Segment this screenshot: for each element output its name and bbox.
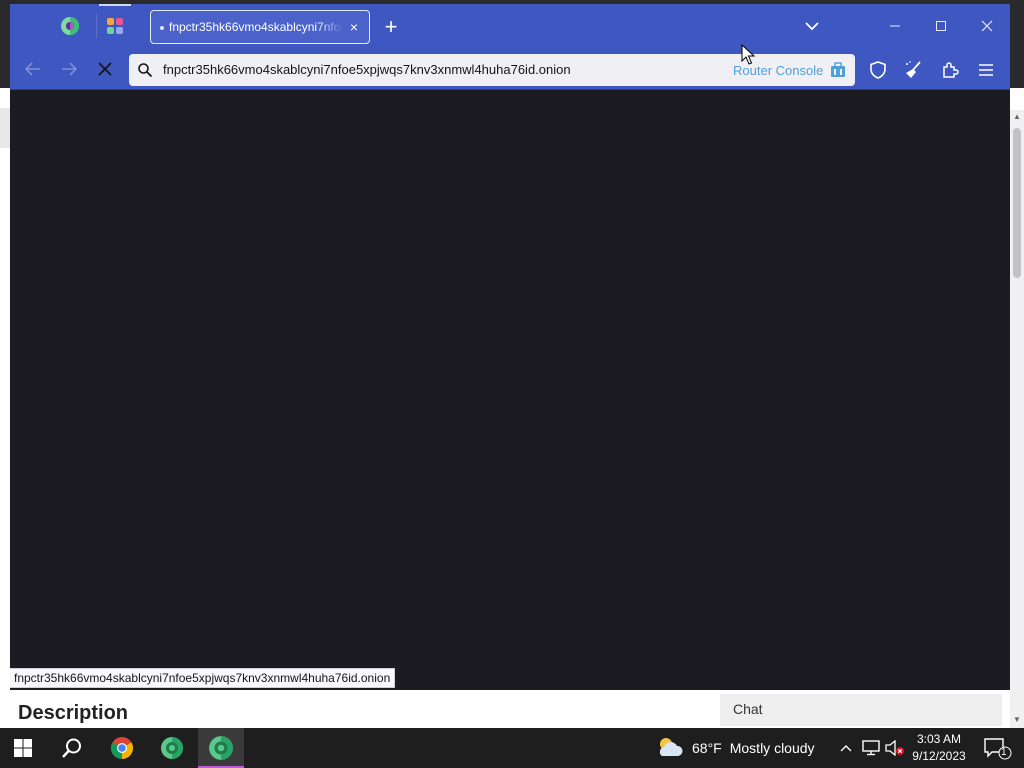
list-all-tabs-icon[interactable] <box>802 16 822 36</box>
background-scrollbar[interactable]: ▲ ▼ <box>1010 110 1024 728</box>
maximize-icon[interactable] <box>930 16 952 36</box>
notification-center-icon[interactable]: 1 <box>978 728 1018 768</box>
cloudy-weather-icon <box>656 736 684 761</box>
stop-loading-icon[interactable] <box>94 58 116 80</box>
weather-temperature: 68°F <box>692 740 722 756</box>
search-icon <box>137 62 153 78</box>
new-tab-button[interactable]: + <box>380 14 402 39</box>
chat-label: Chat <box>733 701 763 717</box>
scroll-down-icon[interactable]: ▼ <box>1012 715 1022 724</box>
title-bar: fnpctr35hk66vmo4skablcyni7nfoe5xpjwqs7kn… <box>10 4 1010 48</box>
hamburger-menu-icon[interactable] <box>976 60 996 80</box>
security-shield-icon[interactable] <box>868 60 888 80</box>
tor-browser-taskbar-icon[interactable] <box>150 728 194 768</box>
link-status-url: fnpctr35hk66vmo4skablcyni7nfoe5xpjwqs7kn… <box>10 668 396 688</box>
active-tab[interactable]: fnpctr35hk66vmo4skablcyni7nfoe5xpjwqs7kn… <box>150 10 370 44</box>
close-window-icon[interactable] <box>976 16 998 36</box>
tab-loading-icon <box>160 26 164 30</box>
extensions-puzzle-icon[interactable] <box>940 60 960 80</box>
scrollbar-thumb[interactable] <box>1013 128 1021 278</box>
back-arrow-icon[interactable] <box>22 58 44 80</box>
forward-arrow-icon[interactable] <box>58 58 80 80</box>
taskbar-search-icon[interactable] <box>50 728 94 768</box>
page-content-area[interactable] <box>10 90 1010 690</box>
windows-start-icon[interactable] <box>0 728 46 768</box>
weather-condition: Mostly cloudy <box>729 740 815 756</box>
network-icon[interactable] <box>860 728 882 768</box>
router-console-icon[interactable] <box>830 62 846 78</box>
notification-count: 1 <box>1001 747 1007 758</box>
chat-panel[interactable]: Chat <box>720 694 1002 726</box>
clock-time: 3:03 AM <box>916 732 962 746</box>
tor-browser-active-taskbar-icon[interactable] <box>198 728 244 768</box>
firefox-view-icon[interactable] <box>105 16 125 36</box>
url-text[interactable]: fnpctr35hk66vmo4skablcyni7nfoe5xpjwqs7kn… <box>163 62 571 77</box>
mouse-cursor-icon <box>741 43 756 66</box>
weather-widget[interactable]: 68°F Mostly cloudy <box>656 728 826 768</box>
taskbar: 68°F Mostly cloudy 3:03 AM 9/12/2023 1 <box>0 728 1024 768</box>
minimize-icon[interactable] <box>884 16 906 36</box>
description-heading: Description <box>18 702 129 724</box>
scroll-up-icon[interactable]: ▲ <box>1012 112 1022 121</box>
tab-close-icon[interactable]: × <box>347 19 361 35</box>
tab-group-indicator <box>99 4 131 6</box>
system-clock[interactable]: 3:03 AM 9/12/2023 <box>906 728 972 768</box>
tor-logo-icon[interactable] <box>60 16 80 36</box>
tor-browser-window: fnpctr35hk66vmo4skablcyni7nfoe5xpjwqs7kn… <box>10 4 1010 690</box>
tab-separator <box>96 14 97 38</box>
navigation-bar: fnpctr35hk66vmo4skablcyni7nfoe5xpjwqs7kn… <box>10 48 1010 90</box>
clock-date: 9/12/2023 <box>912 749 966 763</box>
background-page-edge <box>0 108 10 148</box>
tab-title: fnpctr35hk66vmo4skablcyni7nfoe5xpjwqs7kn… <box>169 20 343 34</box>
show-hidden-icons-icon[interactable] <box>836 728 856 768</box>
chrome-icon[interactable] <box>100 728 144 768</box>
volume-muted-icon[interactable] <box>884 728 906 768</box>
new-identity-broom-icon[interactable] <box>904 60 924 80</box>
